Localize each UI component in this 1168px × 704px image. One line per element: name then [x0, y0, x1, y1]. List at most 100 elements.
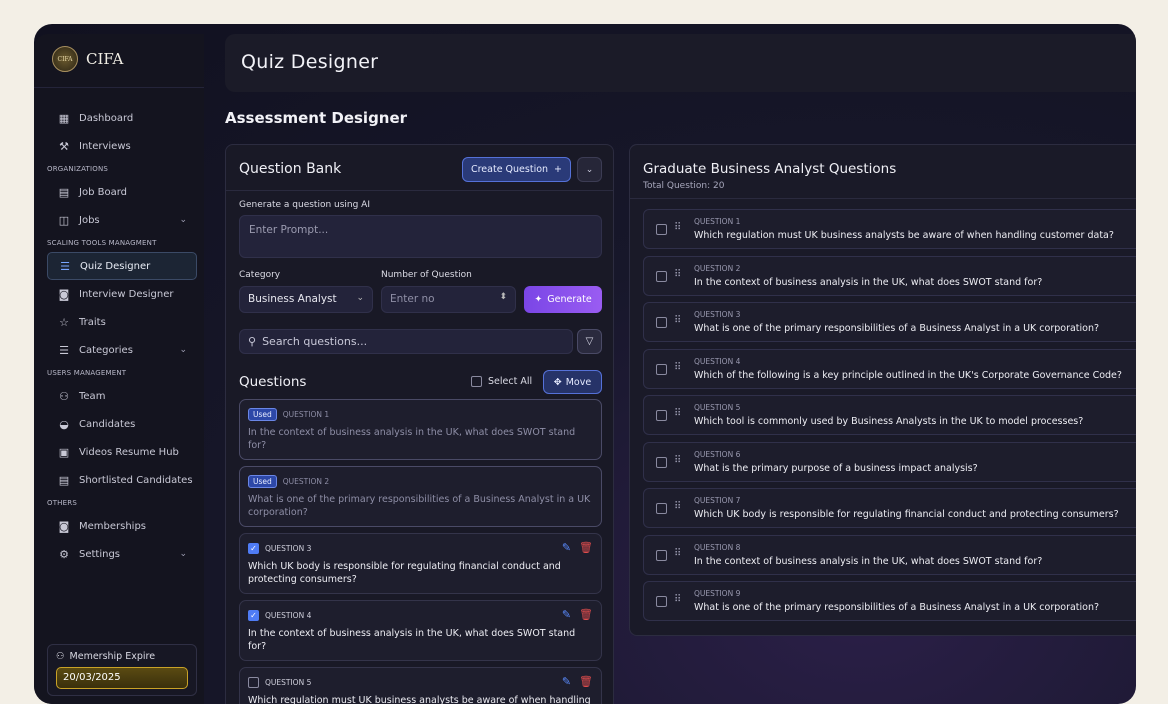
question-checkbox[interactable] [656, 549, 667, 561]
question-checkbox[interactable]: ✓ [248, 542, 259, 554]
category-label: Category [239, 270, 281, 280]
sidebar-item-job-board[interactable]: ▤ Job Board [47, 178, 197, 206]
question-card[interactable]: Used QUESTION 1 In the context of business… [239, 399, 602, 460]
edit-icon[interactable]: ✎ [562, 675, 571, 688]
question-checkbox[interactable] [248, 676, 259, 688]
assessment-question-row[interactable]: ⠿ QUESTION 4 Which of the following is a k… [643, 348, 1136, 389]
assessment-question-row[interactable]: ⠿ QUESTION 9 What is one of the primary re… [643, 581, 1136, 621]
drag-handle-icon[interactable]: ⠿ [674, 269, 681, 280]
sidebar-item-dashboard[interactable]: ▦ Dashboard [47, 104, 197, 132]
assessment-question-row[interactable]: ⠿ QUESTION 3 What is one of the primary re… [643, 302, 1136, 342]
select-all-checkbox[interactable]: Select All [471, 376, 532, 387]
sidebar-item-jobs[interactable]: ◫ Jobs ⌄ [47, 206, 197, 234]
chevron-down-icon[interactable]: ⌄ [179, 345, 187, 355]
question-checkbox[interactable] [656, 596, 667, 607]
sidebar-item-interviews[interactable]: ⚒ Interviews [47, 132, 197, 160]
question-checkbox[interactable] [656, 503, 667, 514]
panel-divider [226, 190, 613, 191]
drag-handle-icon[interactable]: ⠿ [674, 222, 681, 233]
drag-handle-icon[interactable]: ⠿ [674, 408, 681, 419]
question-checkbox[interactable]: ✓ [248, 609, 259, 621]
logo[interactable]: CIFA CIFA [52, 46, 123, 72]
question-text: What is one of the primary responsibilit… [694, 602, 1100, 613]
question-number: QUESTION 1 [282, 409, 330, 419]
questions-heading: Questions [239, 374, 307, 390]
assessment-question-row[interactable]: ⠿ QUESTION 2 In the context of business an… [643, 255, 1136, 296]
question-checkbox[interactable] [656, 456, 667, 468]
list-icon: ☰ [60, 259, 70, 273]
sparkle-icon: ✦ [534, 294, 543, 305]
prompt-input[interactable]: Enter Prompt... [239, 215, 602, 258]
question-card[interactable]: ✓ QUESTION 4 ✎ 🗑 In the context of business … [239, 600, 602, 661]
checkbox[interactable] [471, 376, 482, 387]
question-card[interactable]: ✓ QUESTION 3 ✎ 🗑 Which UK body is responsibl… [239, 533, 602, 594]
team-icon: ⚇ [59, 389, 69, 403]
sidebar-item-label: Settings [79, 548, 121, 560]
question-number: QUESTION 2 [694, 263, 741, 273]
question-text: Which UK body is responsible for regulat… [248, 561, 561, 585]
collapse-button[interactable]: ⌄ [577, 157, 602, 182]
chevron-down-icon[interactable]: ⌄ [179, 215, 187, 225]
create-question-button[interactable]: Create Question + [462, 157, 571, 182]
sidebar-item-shortlisted-candidates[interactable]: ▤ Shortlisted Candidates [47, 466, 197, 494]
question-text: Which of the following is a key principl… [694, 369, 1122, 381]
search-input[interactable]: ⚲ Search questions... [239, 329, 573, 354]
gear-icon: ⚙ [59, 547, 69, 561]
search-icon: ⚲ [248, 335, 257, 348]
question-checkbox[interactable] [656, 270, 667, 282]
question-text: In the context of business analysis in t… [694, 555, 1043, 567]
stepper-icon[interactable]: ⬍ [499, 292, 507, 302]
sidebar-item-interview-designer[interactable]: ◙ Interview Designer [47, 280, 197, 308]
sidebar-item-traits[interactable]: ☆ Traits [47, 308, 197, 336]
question-bank-panel: Question Bank Create Question + ⌄ Genera… [225, 144, 614, 704]
trash-icon[interactable]: 🗑 [579, 675, 593, 688]
question-checkbox[interactable] [656, 224, 667, 235]
question-card[interactable]: Used QUESTION 2 What is one of the primary… [239, 466, 602, 527]
question-checkbox[interactable] [656, 317, 667, 328]
number-label: Number of Question [381, 270, 472, 280]
generate-button[interactable]: ✦ Generate [524, 286, 602, 313]
used-badge: Used [248, 407, 277, 421]
assessment-question-row[interactable]: ⠿ QUESTION 8 In the context of business an… [643, 534, 1136, 575]
question-meta: Used QUESTION 2 [248, 474, 593, 488]
membership-label: ⚇ Memership Expire [56, 651, 188, 662]
used-badge: Used [248, 474, 277, 488]
drag-handle-icon[interactable]: ⠿ [674, 594, 681, 605]
sidebar-item-settings[interactable]: ⚙ Settings ⌄ [47, 540, 197, 568]
assessment-question-row[interactable]: ⠿ QUESTION 5 Which tool is commonly used b… [643, 395, 1136, 435]
sidebar-item-categories[interactable]: ☰ Categories ⌄ [47, 336, 197, 364]
question-card[interactable]: QUESTION 5 ✎ 🗑 Which regulation must UK bus… [239, 667, 602, 704]
sidebar-item-memberships[interactable]: ◙ Memberships [47, 512, 197, 540]
sidebar-item-candidates[interactable]: ◒ Candidates [47, 410, 197, 438]
number-of-questions-input[interactable]: Enter no ⬍ [381, 286, 516, 313]
sidebar-nav: ▦ Dashboard ⚒ Interviews ORGANIZATIONS ▤ Job B… [47, 104, 197, 568]
drag-handle-icon[interactable]: ⠿ [674, 501, 681, 512]
page-title: Assessment Designer [225, 109, 408, 127]
sidebar-item-label: Quiz Designer [80, 260, 151, 272]
sidebar-section-heading: OTHERS [47, 499, 77, 507]
id-card-icon: ◙ [58, 519, 70, 533]
drag-handle-icon[interactable]: ⠿ [674, 455, 681, 466]
chevron-down-icon[interactable]: ⌄ [179, 549, 187, 559]
drag-handle-icon[interactable]: ⠿ [674, 548, 681, 559]
drag-handle-icon[interactable]: ⠿ [674, 362, 681, 373]
trash-icon[interactable]: 🗑 [579, 541, 593, 554]
assessment-question-row[interactable]: ⠿ QUESTION 7 Which UK body is responsible … [643, 488, 1136, 528]
assessment-question-row[interactable]: ⠿ QUESTION 6 What is the primary purpose o… [643, 441, 1136, 482]
edit-icon[interactable]: ✎ [562, 608, 571, 621]
question-checkbox[interactable] [656, 363, 667, 375]
sidebar-item-team[interactable]: ⚇ Team [47, 382, 197, 410]
clipboard-icon: ▤ [58, 473, 70, 487]
move-button[interactable]: ✥ Move [543, 370, 602, 394]
edit-icon[interactable]: ✎ [562, 541, 571, 554]
briefcase-icon: ◫ [58, 213, 70, 227]
assessment-question-row[interactable]: ⠿ QUESTION 1 Which regulation must UK busi… [643, 209, 1136, 249]
sidebar-item-quiz-designer[interactable]: ☰ Quiz Designer [47, 252, 197, 280]
filter-button[interactable]: ▽ [577, 329, 602, 354]
trash-icon[interactable]: 🗑 [579, 608, 593, 621]
sidebar-item-videos-resume-hub[interactable]: ▣ Videos Resume Hub [47, 438, 197, 466]
drag-handle-icon[interactable]: ⠿ [674, 315, 681, 326]
category-select[interactable]: Business Analyst ⌄ [239, 286, 373, 313]
question-number: QUESTION 3 [265, 543, 312, 553]
question-checkbox[interactable] [656, 410, 667, 421]
